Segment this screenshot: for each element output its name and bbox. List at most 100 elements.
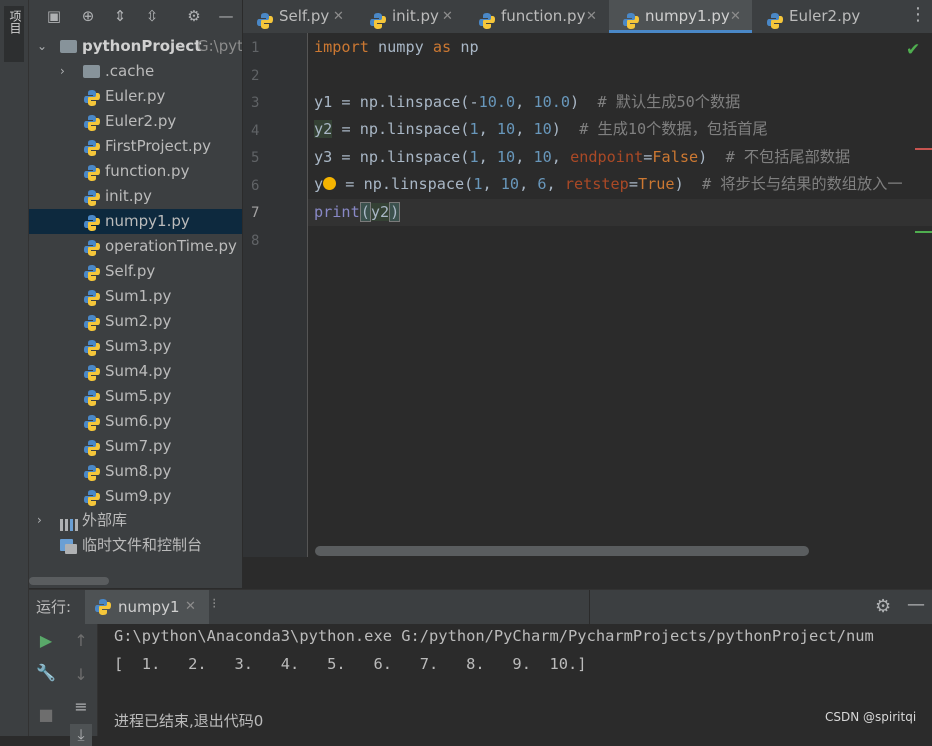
- chevron-down-icon[interactable]: ⌄: [37, 34, 49, 59]
- tree-item[interactable]: Sum3.py: [29, 334, 242, 359]
- more-options-icon[interactable]: ⁝: [212, 596, 216, 612]
- tree-item[interactable]: Euler.py: [29, 84, 242, 109]
- scratches-label: 临时文件和控制台: [82, 536, 203, 554]
- wrench-icon[interactable]: 🔧: [35, 662, 57, 684]
- tree-item-label: Sum6.py: [105, 412, 172, 430]
- console-line-exit: 进程已结束,退出代码0: [114, 712, 264, 730]
- tree-item[interactable]: › .cache: [29, 59, 242, 84]
- editor-tab-label: init.py: [392, 7, 439, 25]
- minimize-icon[interactable]: —: [217, 7, 235, 25]
- tree-item-label: FirstProject.py: [105, 137, 212, 155]
- tree-item[interactable]: Sum9.py: [29, 484, 242, 509]
- close-icon[interactable]: ✕: [333, 0, 344, 33]
- tree-item-label: Sum5.py: [105, 387, 172, 405]
- inspection-ok-icon[interactable]: ✔: [906, 40, 920, 60]
- chevron-right-icon[interactable]: ›: [60, 59, 72, 84]
- code-line-1: import numpy as np: [314, 38, 479, 56]
- python-file-icon: [84, 114, 100, 131]
- line-number: 7: [251, 205, 260, 221]
- close-icon[interactable]: ✕: [185, 590, 196, 624]
- tree-item[interactable]: Sum2.py: [29, 309, 242, 334]
- python-file-icon: [623, 8, 639, 29]
- code-line-7: print(y2): [308, 199, 932, 226]
- tree-item[interactable]: Sum4.py: [29, 359, 242, 384]
- tree-item[interactable]: Sum6.py: [29, 409, 242, 434]
- soft-wrap-icon[interactable]: ≡: [70, 696, 92, 718]
- run-console[interactable]: G:\python\Anaconda3\python.exe G:/python…: [98, 624, 932, 736]
- project-view-icon[interactable]: ▣: [45, 7, 63, 25]
- tree-item[interactable]: Self.py: [29, 259, 242, 284]
- project-horizontal-scrollbar[interactable]: [29, 577, 109, 585]
- caret-stripe-marker[interactable]: [915, 231, 932, 233]
- stop-icon[interactable]: ■: [35, 704, 57, 726]
- tree-item-label: Sum8.py: [105, 462, 172, 480]
- code-line-5: y3 = np.linspace(1, 10, 10, endpoint=Fal…: [314, 148, 851, 166]
- project-tool-tab[interactable]: 项目: [4, 6, 24, 62]
- collapse-all-icon[interactable]: ⇳: [143, 7, 161, 25]
- close-icon[interactable]: ✕: [586, 0, 597, 33]
- code-editor[interactable]: import numpy as np y1 = np.linspace(-10.…: [308, 33, 932, 557]
- project-tool-tab-label: 项目: [8, 10, 22, 34]
- gear-icon[interactable]: ⚙: [185, 7, 203, 25]
- chevron-right-icon[interactable]: ›: [37, 508, 49, 533]
- tree-item[interactable]: init.py: [29, 184, 242, 209]
- locate-icon[interactable]: ⊕: [79, 7, 97, 25]
- python-file-icon: [479, 8, 495, 29]
- python-file-icon: [767, 8, 783, 29]
- editor-tab-label: function.py: [501, 7, 586, 25]
- tree-item-label: .cache: [105, 62, 155, 80]
- more-tabs-icon[interactable]: ⋮: [909, 4, 927, 25]
- tree-item[interactable]: Sum1.py: [29, 284, 242, 309]
- python-file-icon: [84, 164, 100, 181]
- tree-external-libraries[interactable]: › 外部库: [29, 508, 242, 533]
- python-file-icon: [84, 89, 100, 106]
- minimize-icon[interactable]: —: [907, 594, 925, 615]
- tree-item[interactable]: operationTime.py: [29, 234, 242, 259]
- tree-item[interactable]: Sum8.py: [29, 459, 242, 484]
- line-number: 5: [251, 150, 260, 166]
- python-file-icon: [84, 139, 100, 156]
- editor-tab[interactable]: function.py ✕: [465, 0, 608, 33]
- close-icon[interactable]: ✕: [442, 0, 453, 33]
- project-toolbar: ▣ ⊕ ⇕ ⇳ ⚙ —: [29, 0, 242, 33]
- scroll-down-icon[interactable]: ↓: [70, 664, 92, 686]
- scroll-to-end-icon[interactable]: ⤓: [70, 724, 92, 746]
- editor-tab[interactable]: Euler2.py: [753, 0, 868, 33]
- lightbulb-icon[interactable]: [323, 177, 337, 190]
- python-file-icon: [84, 339, 100, 356]
- line-number: 2: [251, 67, 260, 84]
- python-file-icon: [95, 599, 111, 615]
- editor-gutter: 1 2 3 4 5 6 7 8: [243, 33, 308, 557]
- editor-tab[interactable]: init.py ✕: [356, 0, 464, 33]
- expand-all-icon[interactable]: ⇕: [111, 7, 129, 25]
- editor-horizontal-scrollbar[interactable]: [315, 546, 809, 556]
- root-name: pythonProject: [82, 37, 202, 55]
- tree-item[interactable]: function.py: [29, 159, 242, 184]
- scroll-up-icon[interactable]: ↑: [70, 630, 92, 652]
- editor-tab-label: Self.py: [279, 7, 330, 25]
- close-icon[interactable]: ✕: [730, 0, 741, 33]
- python-file-icon: [84, 314, 100, 331]
- tree-item[interactable]: Sum5.py: [29, 384, 242, 409]
- rerun-icon[interactable]: ▶: [35, 630, 57, 652]
- tree-item-label: Sum3.py: [105, 337, 172, 355]
- editor-tab[interactable]: numpy1.py ✕: [609, 0, 752, 33]
- run-label: 运行:: [36, 598, 72, 616]
- tree-item-label: Sum2.py: [105, 312, 172, 330]
- python-file-icon: [257, 8, 273, 29]
- tree-item[interactable]: FirstProject.py: [29, 134, 242, 159]
- error-stripe-marker[interactable]: [915, 148, 932, 150]
- code-line-6: y = np.linspace(1, 10, 6, retstep=True) …: [314, 175, 903, 193]
- editor-tab-label: Euler2.py: [789, 7, 861, 25]
- tree-root[interactable]: ⌄ pythonProject G:\pyt: [29, 34, 242, 59]
- line-number: 4: [251, 122, 260, 139]
- tree-item[interactable]: Sum7.py: [29, 434, 242, 459]
- tree-item[interactable]: Euler2.py: [29, 109, 242, 134]
- run-tab[interactable]: numpy1 ✕: [85, 590, 209, 624]
- tree-scratches[interactable]: 临时文件和控制台: [29, 533, 242, 558]
- tree-item[interactable]: numpy1.py: [29, 209, 242, 234]
- editor-tab[interactable]: Self.py ✕: [243, 0, 355, 33]
- left-tool-strip: 项目: [0, 0, 29, 736]
- python-file-icon: [84, 489, 100, 506]
- gear-icon[interactable]: ⚙: [875, 596, 891, 617]
